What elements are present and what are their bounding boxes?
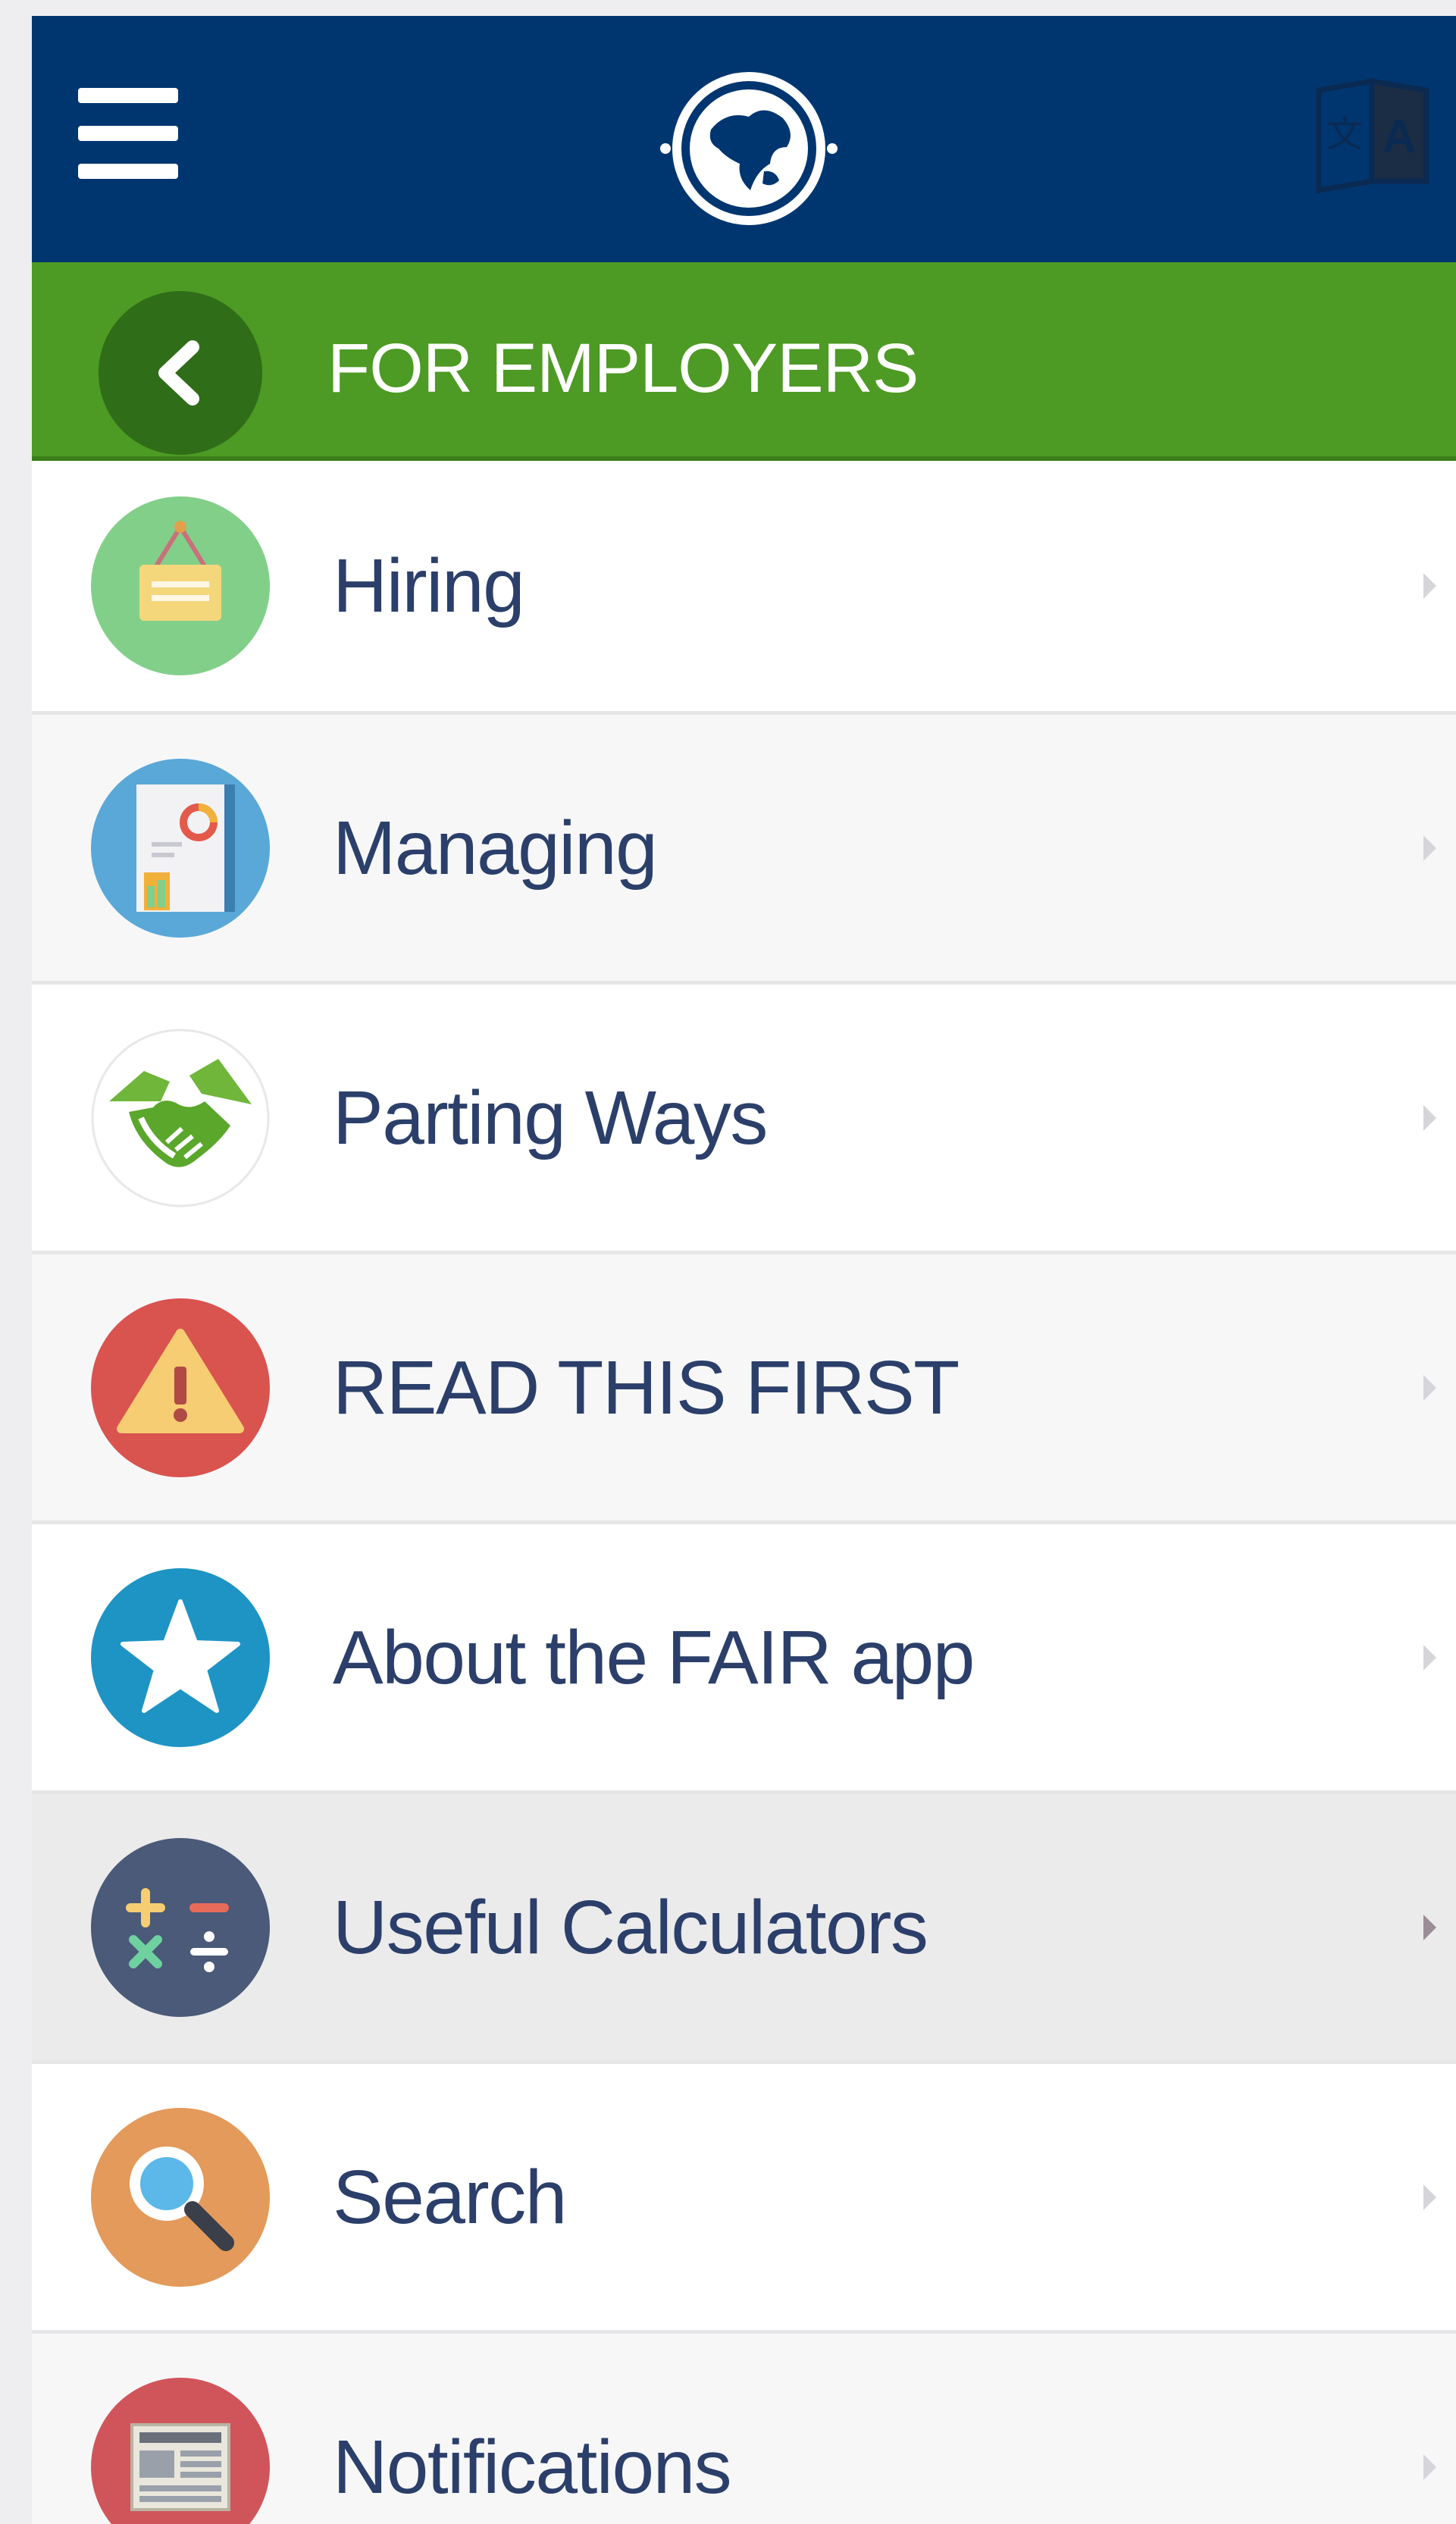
menu-item-label: Managing <box>333 805 658 891</box>
language-translate-icon[interactable]: 文 A <box>1305 67 1442 204</box>
chevron-left-icon <box>158 340 199 406</box>
report-chart-icon <box>91 758 270 938</box>
menu-item-label: Useful Calculators <box>333 1884 928 1970</box>
menu-item-search[interactable]: Search <box>32 2064 1456 2334</box>
menu-item-label: Hiring <box>333 543 525 628</box>
newspaper-icon <box>91 2377 270 2524</box>
menu-item-managing[interactable]: Managing <box>32 715 1456 985</box>
chevron-right-icon <box>1423 835 1436 861</box>
menu-item-notifications[interactable]: Notifications <box>32 2334 1456 2524</box>
warning-icon <box>91 1298 270 1477</box>
menu-list: Hiring Managing Parting Ways READ THIS F… <box>32 461 1456 2524</box>
chevron-right-icon <box>1423 1104 1436 1131</box>
chevron-right-icon <box>1423 1914 1436 1940</box>
chevron-right-icon <box>1423 2454 1436 2480</box>
menu-item-label: Parting Ways <box>333 1075 768 1160</box>
chevron-right-icon <box>1423 1374 1436 1401</box>
section-title: FOR EMPLOYERS <box>327 330 919 407</box>
svg-text:文: 文 <box>1326 114 1363 155</box>
star-icon <box>91 1567 270 1747</box>
menu-item-label: READ THIS FIRST <box>333 1345 960 1430</box>
top-app-bar: 文 A <box>32 16 1456 262</box>
back-button[interactable] <box>99 291 262 455</box>
chevron-right-icon <box>1423 2184 1436 2210</box>
calculator-icon <box>91 1837 270 2017</box>
menu-item-label: Notifications <box>333 2424 732 2510</box>
menu-item-label: About the FAIR app <box>333 1614 975 1700</box>
search-icon <box>91 2107 270 2287</box>
menu-item-label: Search <box>333 2154 567 2240</box>
chevron-right-icon <box>1423 1644 1436 1671</box>
chevron-right-icon <box>1423 573 1436 599</box>
hamburger-menu-icon[interactable] <box>78 88 178 180</box>
menu-item-parting-ways[interactable]: Parting Ways <box>32 985 1456 1254</box>
menu-item-hiring[interactable]: Hiring <box>32 461 1456 715</box>
globe-logo-icon <box>658 58 840 240</box>
section-header: FOR EMPLOYERS <box>32 262 1456 461</box>
menu-item-about-fair-app[interactable]: About the FAIR app <box>32 1524 1456 1794</box>
menu-item-useful-calculators[interactable]: Useful Calculators <box>32 1794 1456 2064</box>
menu-item-read-this-first[interactable]: READ THIS FIRST <box>32 1254 1456 1524</box>
hiring-sign-icon <box>91 496 270 675</box>
handshake-icon <box>91 1029 270 1207</box>
svg-text:A: A <box>1382 111 1417 163</box>
app-screen: 文 A FOR EMPLOYERS Hiring Managing Partin… <box>32 16 1456 2524</box>
